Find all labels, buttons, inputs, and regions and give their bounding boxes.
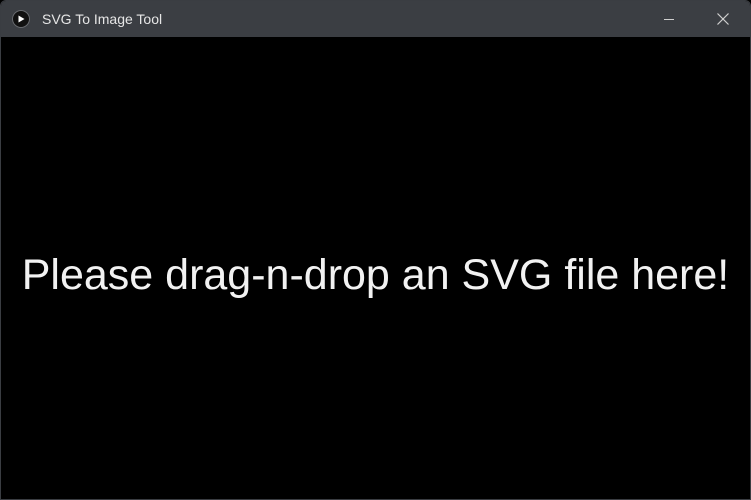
app-play-icon	[12, 10, 30, 28]
svg-drop-zone[interactable]: Please drag-n-drop an SVG file here!	[1, 37, 750, 499]
close-icon	[717, 13, 729, 25]
minimize-icon	[664, 19, 674, 20]
title-bar[interactable]: SVG To Image Tool	[1, 1, 750, 37]
close-button[interactable]	[700, 1, 746, 37]
minimize-button[interactable]	[646, 1, 692, 37]
window-title: SVG To Image Tool	[42, 11, 163, 27]
drop-instruction-text: Please drag-n-drop an SVG file here!	[21, 251, 730, 299]
play-icon	[18, 15, 25, 23]
app-window: SVG To Image Tool Please drag-n-drop an …	[0, 0, 751, 500]
